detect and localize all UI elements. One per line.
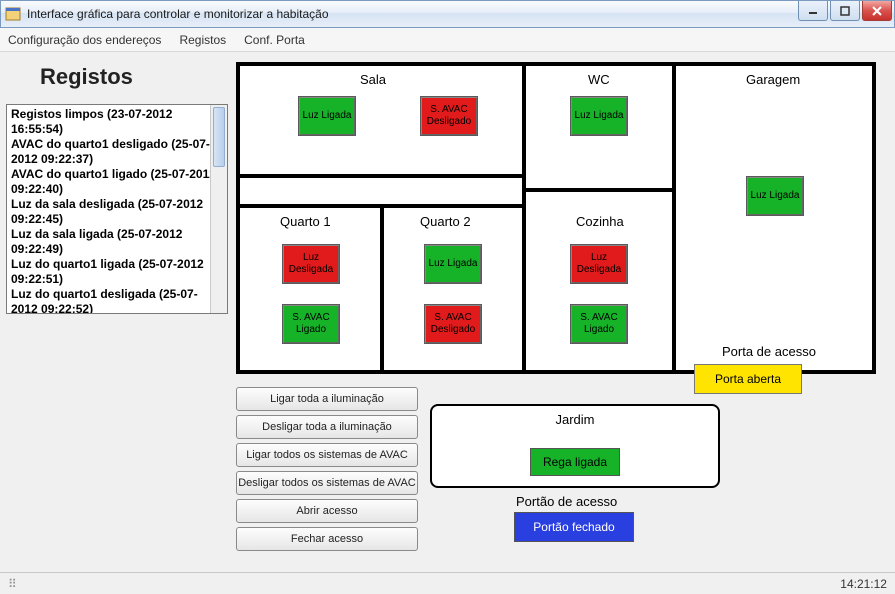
garagem-luz-text: Luz Ligada [751, 190, 800, 202]
log-entry: Registos limpos (23-07-2012 16:55:54) [11, 107, 223, 137]
status-grip-icon: ⠿ [8, 577, 17, 591]
client-area: Registos Registos limpos (23-07-2012 16:… [0, 52, 895, 572]
log-entry: Luz da sala ligada (25-07-2012 09:22:49) [11, 227, 223, 257]
portao-acesso-status: Portão fechado [533, 520, 614, 534]
cozinha-avac-button[interactable]: S. AVAC Ligado [570, 304, 628, 344]
wc-luz-button[interactable]: Luz Ligada [570, 96, 628, 136]
window-title: Interface gráfica para controlar e monit… [27, 7, 329, 21]
quarto1-luz-text: Luz Desligada [285, 252, 337, 276]
cozinha-avac-text: S. AVAC Ligado [573, 312, 625, 336]
log-entry: Luz do quarto1 desligada (25-07-2012 09:… [11, 287, 223, 314]
sala-luz-button[interactable]: Luz Ligada [298, 96, 356, 136]
floor-plan: Sala Luz Ligada S. AVAC Desligado WC Luz… [236, 62, 876, 374]
log-entry: Luz do quarto1 ligada (25-07-2012 09:22:… [11, 257, 223, 287]
porta-acesso-button[interactable]: Porta aberta [694, 364, 802, 394]
menu-registos[interactable]: Registos [179, 33, 226, 47]
rega-button[interactable]: Rega ligada [530, 448, 620, 476]
portao-acesso-button[interactable]: Portão fechado [514, 512, 634, 542]
app-icon [5, 6, 21, 22]
desligar-iluminacao-button[interactable]: Desligar toda a iluminação [236, 415, 418, 439]
minimize-button[interactable] [798, 1, 828, 21]
close-button[interactable] [862, 1, 892, 21]
abrir-acesso-button[interactable]: Abrir acesso [236, 499, 418, 523]
jardim-panel: Jardim Rega ligada [430, 404, 720, 488]
log-panel[interactable]: Registos limpos (23-07-2012 16:55:54) AV… [6, 104, 228, 314]
log-entry: Luz da sala desligada (25-07-2012 09:22:… [11, 197, 223, 227]
portao-acesso-label: Portão de acesso [516, 494, 617, 509]
sala-avac-button[interactable]: S. AVAC Desligado [420, 96, 478, 136]
quarto1-avac-button[interactable]: S. AVAC Ligado [282, 304, 340, 344]
room-label-quarto2: Quarto 2 [420, 214, 471, 229]
cozinha-luz-text: Luz Desligada [573, 252, 625, 276]
quarto1-luz-button[interactable]: Luz Desligada [282, 244, 340, 284]
porta-acesso-status: Porta aberta [715, 372, 781, 386]
porta-acesso-label: Porta de acesso [722, 344, 816, 359]
window-controls [796, 1, 892, 21]
fechar-acesso-button[interactable]: Fechar acesso [236, 527, 418, 551]
quarto2-avac-button[interactable]: S. AVAC Desligado [424, 304, 482, 344]
menu-conf-porta[interactable]: Conf. Porta [244, 33, 305, 47]
sala-luz-text: Luz Ligada [303, 110, 352, 122]
jardim-label: Jardim [555, 412, 594, 427]
log-entry: AVAC do quarto1 ligado (25-07-2012 09:22… [11, 167, 223, 197]
status-bar: ⠿ 14:21:12 [0, 572, 895, 594]
quarto2-avac-text: S. AVAC Desligado [427, 312, 479, 336]
room-label-sala: Sala [360, 72, 386, 87]
window-titlebar: Interface gráfica para controlar e monit… [0, 0, 895, 28]
quarto2-luz-button[interactable]: Luz Ligada [424, 244, 482, 284]
log-entry: AVAC do quarto1 desligado (25-07-2012 09… [11, 137, 223, 167]
garagem-luz-button[interactable]: Luz Ligada [746, 176, 804, 216]
quarto1-avac-text: S. AVAC Ligado [285, 312, 337, 336]
ligar-iluminacao-button[interactable]: Ligar toda a iluminação [236, 387, 418, 411]
wc-luz-text: Luz Ligada [575, 110, 624, 122]
room-label-wc: WC [588, 72, 610, 87]
cozinha-luz-button[interactable]: Luz Desligada [570, 244, 628, 284]
ligar-avac-button[interactable]: Ligar todos os sistemas de AVAC [236, 443, 418, 467]
quarto2-luz-text: Luz Ligada [429, 258, 478, 270]
room-label-cozinha: Cozinha [576, 214, 624, 229]
menu-bar: Configuração dos endereços Registos Conf… [0, 28, 895, 52]
scrollbar-thumb[interactable] [213, 107, 225, 167]
menu-configuracao[interactable]: Configuração dos endereços [8, 33, 161, 47]
maximize-button[interactable] [830, 1, 860, 21]
sala-avac-text: S. AVAC Desligado [423, 104, 475, 128]
status-clock: 14:21:12 [840, 577, 887, 591]
scrollbar[interactable] [210, 105, 227, 313]
registos-heading: Registos [40, 64, 133, 90]
room-label-quarto1: Quarto 1 [280, 214, 331, 229]
desligar-avac-button[interactable]: Desligar todos os sistemas de AVAC [236, 471, 418, 495]
command-column: Ligar toda a iluminação Desligar toda a … [236, 387, 418, 555]
room-label-garagem: Garagem [746, 72, 800, 87]
rega-text: Rega ligada [543, 455, 607, 469]
